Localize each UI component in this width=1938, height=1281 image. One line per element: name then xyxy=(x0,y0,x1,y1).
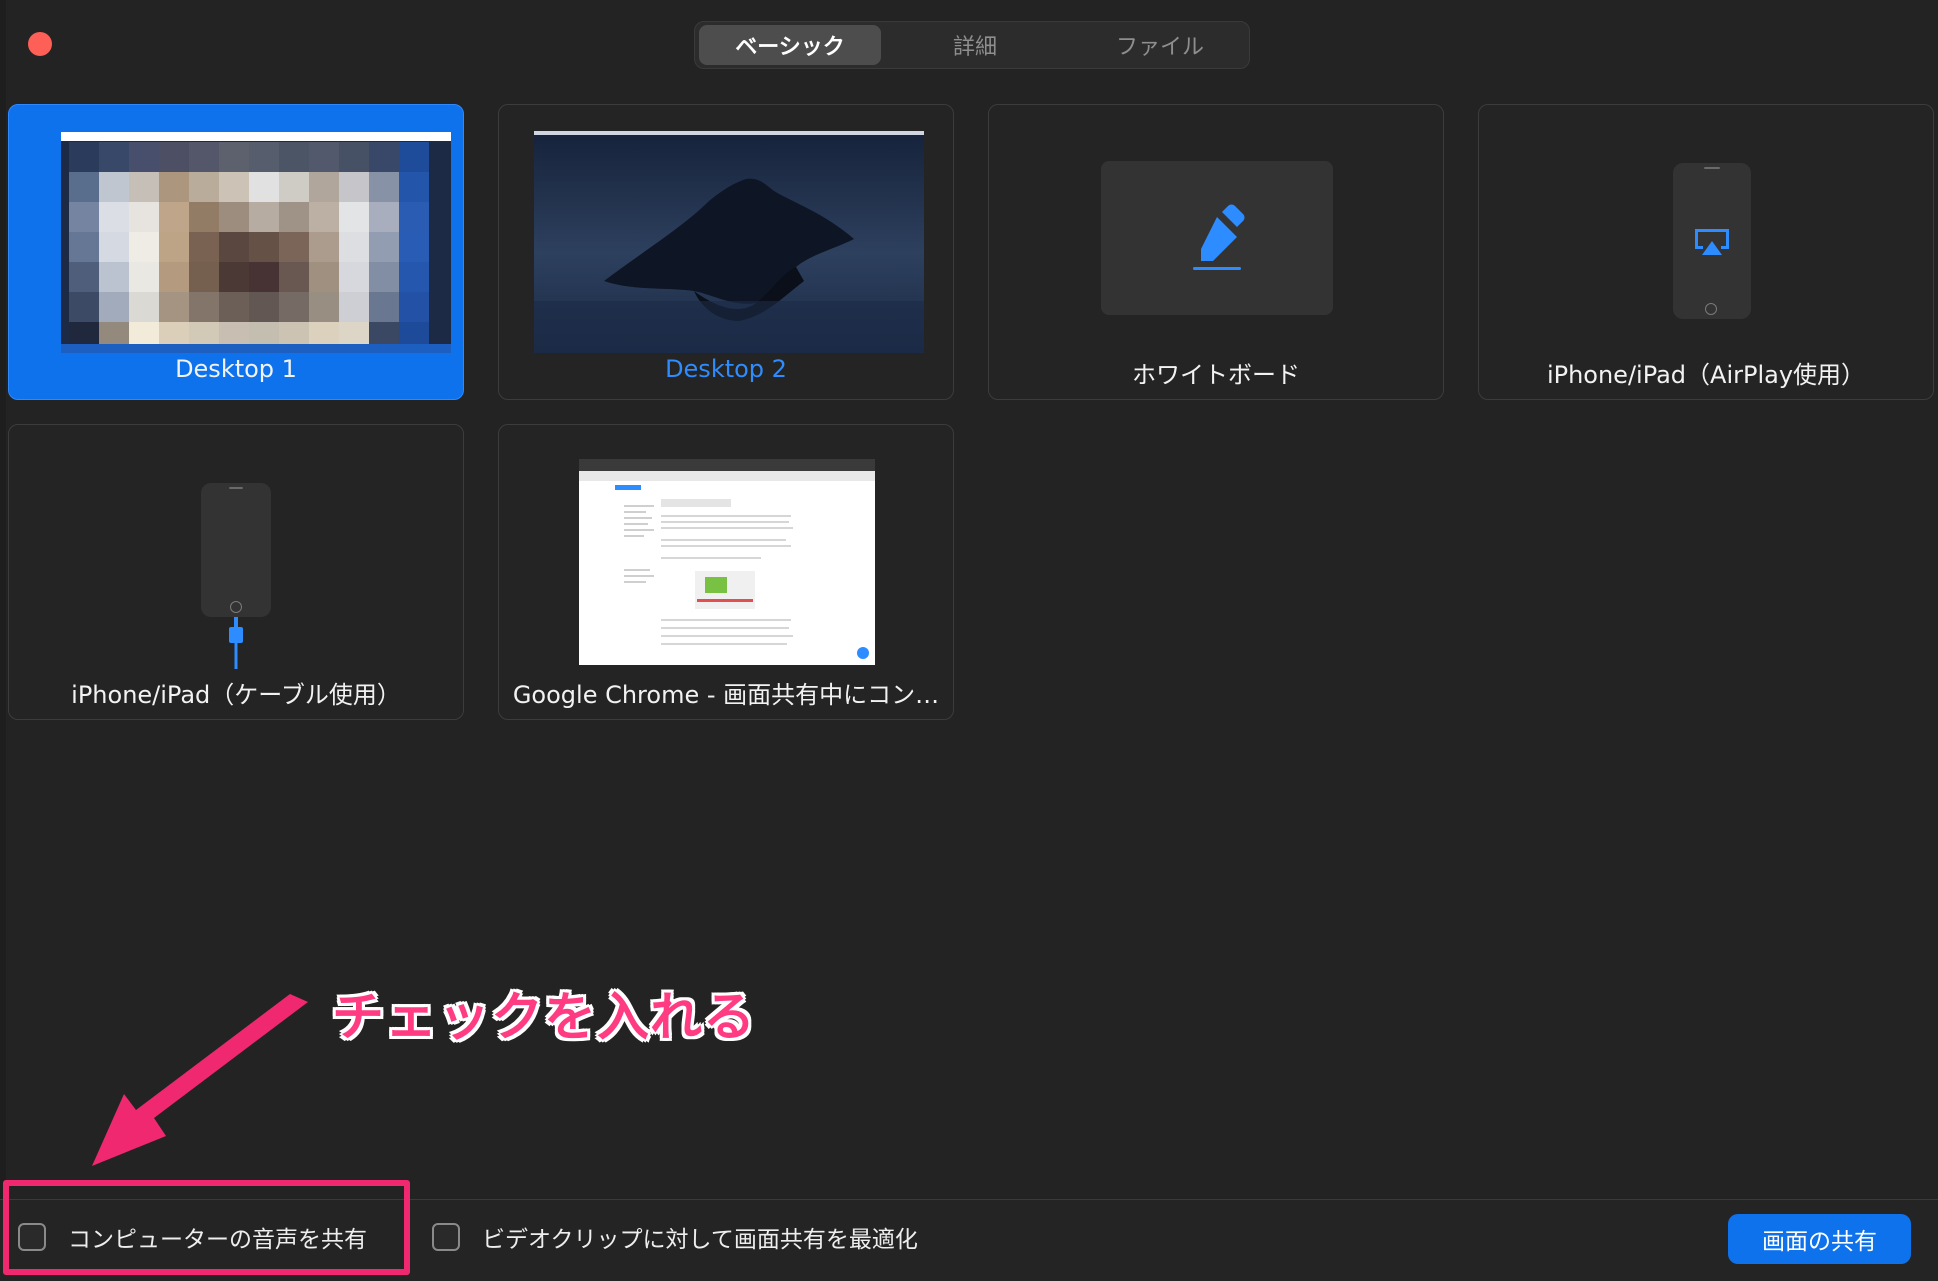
lightning-cable-icon xyxy=(229,617,243,669)
desktop-1-thumbnail xyxy=(61,132,451,353)
airplay-icon xyxy=(1695,229,1729,255)
annotation-highlight-box xyxy=(3,1180,410,1275)
tile-label-whiteboard: ホワイトボード xyxy=(1132,361,1300,389)
tab-bar: ベーシック 詳細 ファイル xyxy=(694,21,1250,69)
tile-label-chrome: Google Chrome - 画面共有中にコン… xyxy=(512,681,940,709)
tile-label-desktop-2: Desktop 2 xyxy=(665,355,787,383)
share-option-airplay[interactable]: iPhone/iPad（AirPlay使用） xyxy=(1478,104,1934,400)
share-screen-button[interactable]: 画面の共有 xyxy=(1728,1214,1911,1264)
annotation-arrow-icon xyxy=(92,994,308,1166)
iphone-airplay-preview xyxy=(1673,163,1751,319)
close-dot-icon[interactable] xyxy=(28,32,52,56)
optimize-video-label: ビデオクリップに対して画面共有を最適化 xyxy=(482,1227,918,1253)
tile-label-airplay: iPhone/iPad（AirPlay使用） xyxy=(1546,361,1866,389)
whiteboard-preview xyxy=(1101,161,1333,315)
share-option-desktop-2[interactable]: Desktop 2 xyxy=(498,104,954,400)
share-option-whiteboard[interactable]: ホワイトボード xyxy=(988,104,1444,400)
marker-pen-icon xyxy=(1193,204,1245,270)
tile-label-cable: iPhone/iPad（ケーブル使用） xyxy=(71,681,401,709)
optimize-video-option[interactable]: ビデオクリップに対して画面共有を最適化 xyxy=(432,1221,918,1253)
desktop-2-thumbnail xyxy=(534,131,924,353)
tab-advanced[interactable]: 詳細 xyxy=(884,25,1066,65)
iphone-cable-preview xyxy=(201,483,271,617)
share-option-desktop-1[interactable]: Desktop 1 xyxy=(8,104,464,400)
tile-label-desktop-1: Desktop 1 xyxy=(175,355,297,383)
share-option-cable[interactable]: iPhone/iPad（ケーブル使用） xyxy=(8,424,464,720)
annotation-text: チェックを入れる xyxy=(332,988,757,1048)
share-option-chrome-window[interactable]: Google Chrome - 画面共有中にコン… xyxy=(498,424,954,720)
tab-files[interactable]: ファイル xyxy=(1069,25,1251,65)
optimize-video-checkbox[interactable] xyxy=(432,1223,460,1251)
chrome-window-thumbnail xyxy=(579,459,875,665)
tab-basic[interactable]: ベーシック xyxy=(699,25,881,65)
